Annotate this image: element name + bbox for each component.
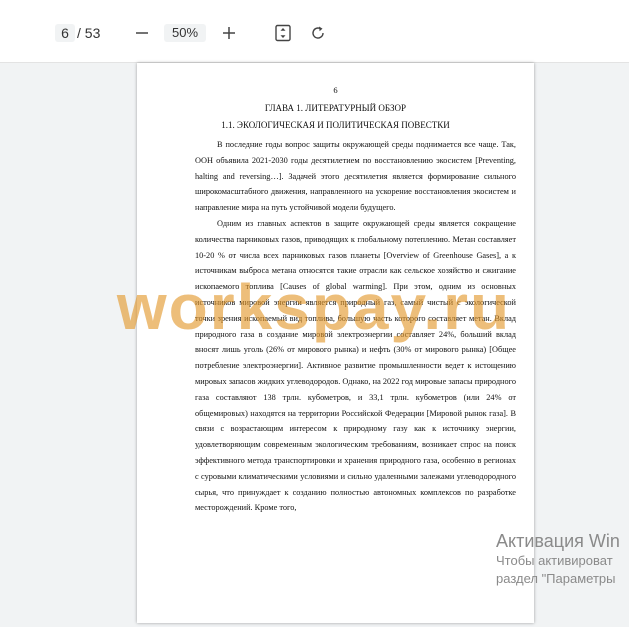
activation-text: Чтобы активироват: [496, 553, 613, 568]
windows-activation-notice: Активация Win Чтобы активироват раздел "…: [496, 530, 620, 588]
activation-text: раздел "Параметры: [496, 571, 616, 586]
pdf-toolbar: 6 / 53 50%: [0, 0, 629, 63]
minus-icon[interactable]: [131, 22, 153, 44]
current-page-input[interactable]: 6: [55, 24, 75, 42]
zoom-level-input[interactable]: 50%: [164, 24, 206, 42]
rotate-icon[interactable]: [307, 22, 329, 44]
activation-title: Активация Win: [496, 531, 620, 551]
document-page: 6 ГЛАВА 1. ЛИТЕРАТУРНЫЙ ОБЗОР 1.1. ЭКОЛО…: [137, 63, 534, 623]
paragraph: В последние годы вопрос защиты окружающе…: [195, 140, 516, 213]
paragraph: Одним из главных аспектов в защите окруж…: [195, 218, 516, 513]
section-title: 1.1. ЭКОЛОГИЧЕСКАЯ И ПОЛИТИЧЕСКАЯ ПОВЕСТ…: [221, 120, 450, 130]
page-number: 6: [333, 85, 338, 95]
plus-icon[interactable]: [218, 22, 240, 44]
body-text: В последние годы вопрос защиты окружающе…: [195, 137, 516, 516]
page-total-label: / 53: [77, 25, 101, 41]
fit-page-icon[interactable]: [272, 22, 294, 44]
chapter-title: ГЛАВА 1. ЛИТЕРАТУРНЫЙ ОБЗОР: [264, 103, 407, 113]
